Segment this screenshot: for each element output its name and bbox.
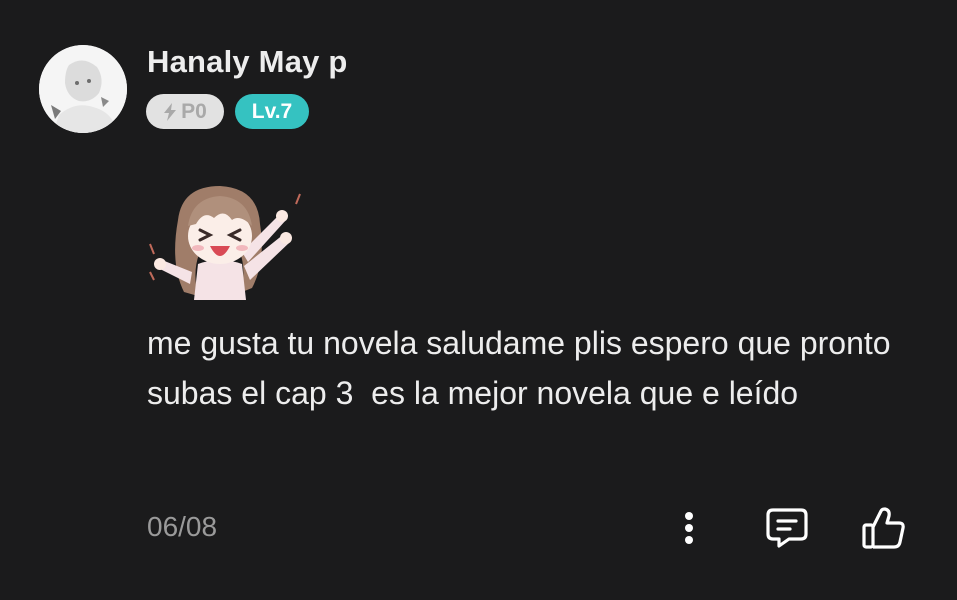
user-avatar[interactable]: [39, 45, 127, 133]
more-options-button[interactable]: [674, 505, 704, 551]
like-button[interactable]: [858, 505, 910, 551]
lightning-icon: [164, 102, 177, 121]
comment-text: me gusta tu novela saludame plis espero …: [147, 325, 900, 411]
thumbs-up-icon: [862, 507, 905, 549]
comment-actions: [0, 505, 957, 551]
anime-girl-sticker: [148, 180, 302, 304]
comment-icon: [766, 508, 808, 548]
reply-button[interactable]: [762, 505, 812, 551]
user-badges: P0 Lv.7: [146, 94, 309, 129]
more-vertical-icon: [685, 512, 693, 544]
username[interactable]: Hanaly May p: [147, 44, 348, 80]
level-badge: Lv.7: [235, 94, 309, 129]
points-badge: P0: [146, 94, 224, 129]
points-badge-label: P0: [181, 99, 207, 123]
level-badge-label: Lv.7: [251, 99, 293, 123]
